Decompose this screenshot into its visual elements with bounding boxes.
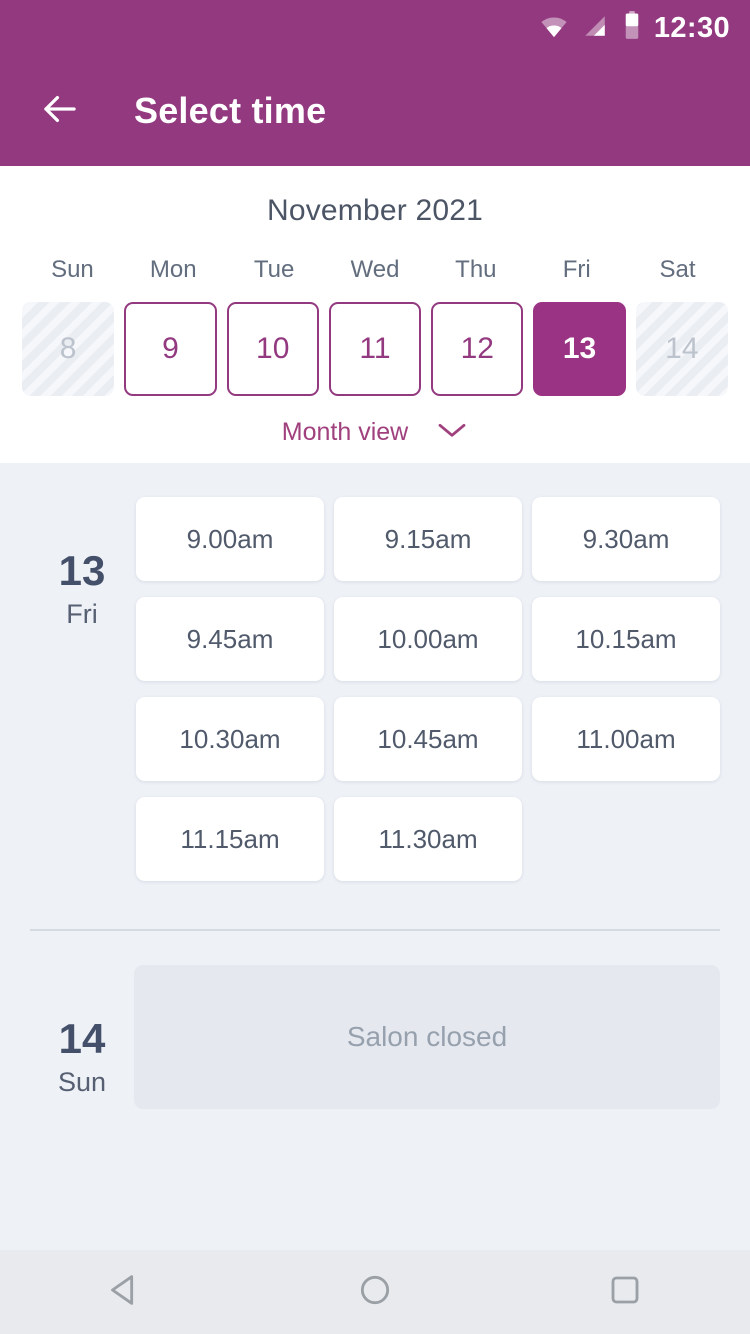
salon-closed-card: Salon closed	[134, 965, 720, 1109]
schedule-day-of-week: Sun	[57, 1067, 107, 1098]
calendar-day-9[interactable]: 9	[124, 302, 217, 396]
back-button[interactable]	[32, 83, 88, 139]
weekday-label-thu: Thu	[455, 256, 497, 283]
time-slot[interactable]: 11.15am	[136, 797, 324, 881]
status-bar: 12:30	[0, 0, 750, 56]
app-bar: Select time	[0, 56, 750, 166]
schedule-day-number: 13	[58, 547, 106, 594]
calendar-month-title: November 2021	[266, 194, 484, 227]
phone-screen: 12:30 Select time November 2021 Sun Mon …	[0, 0, 750, 1334]
time-slot[interactable]: 11.30am	[334, 797, 522, 881]
time-slot[interactable]: 10.45am	[334, 697, 522, 781]
weekday-label-sun: Sun	[51, 256, 94, 283]
schedule-group-13: 13 Fri 9.00am 9.15am 9.30am 9.45am 10.00…	[0, 463, 750, 881]
calendar-day-row: 8 9 10 11 12 13 14	[0, 302, 750, 396]
time-slot-grid: 9.00am 9.15am 9.30am 9.45am 10.00am 10.1…	[134, 497, 720, 881]
schedule-day-label-13: 13 Fri	[30, 497, 134, 881]
nav-home-button[interactable]	[320, 1250, 430, 1334]
time-slot[interactable]: 10.00am	[334, 597, 522, 681]
schedule-day-of-week: Fri	[66, 599, 98, 630]
schedule-scroll-area[interactable]: 13 Fri 9.00am 9.15am 9.30am 9.45am 10.00…	[0, 463, 750, 1250]
schedule-day-label-14: 14 Sun	[30, 965, 134, 1109]
time-slot-placeholder	[532, 797, 720, 881]
weekday-label-sat: Sat	[659, 256, 696, 283]
weekday-header-row: Sun Mon Tue Wed Thu Fri Sat	[0, 256, 750, 284]
page-title: Select time	[134, 90, 327, 131]
month-view-label: Month view	[281, 418, 409, 446]
square-recents-icon	[605, 1270, 645, 1315]
time-slot[interactable]: 9.15am	[334, 497, 522, 581]
calendar-day-14: 14	[635, 302, 728, 396]
circle-home-icon	[355, 1270, 395, 1315]
calendar-day-13[interactable]: 13	[533, 302, 626, 396]
battery-icon	[622, 10, 642, 46]
arrow-left-icon	[39, 88, 81, 135]
chevron-down-icon	[436, 420, 468, 445]
calendar-panel: November 2021 Sun Mon Tue Wed Thu Fri Sa…	[0, 166, 750, 463]
nav-back-button[interactable]	[70, 1250, 180, 1334]
weekday-label-mon: Mon	[149, 256, 197, 283]
calendar-day-10[interactable]: 10	[226, 302, 319, 396]
schedule-day-number: 14	[58, 1015, 106, 1062]
weekday-label-wed: Wed	[350, 256, 400, 283]
weekday-label-tue: Tue	[253, 256, 295, 283]
calendar-day-11[interactable]: 11	[328, 302, 422, 396]
status-bar-clock: 12:30	[653, 11, 730, 44]
calendar-day-8: 8	[22, 302, 115, 396]
signal-icon	[582, 13, 608, 44]
month-view-toggle[interactable]: Month view	[0, 418, 750, 447]
time-slot[interactable]: 11.00am	[532, 697, 720, 781]
nav-recents-button[interactable]	[570, 1250, 680, 1334]
time-slot[interactable]: 9.30am	[532, 497, 720, 581]
time-slot[interactable]: 10.30am	[136, 697, 324, 781]
status-icons	[540, 10, 642, 46]
weekday-label-fri: Fri	[562, 256, 591, 283]
time-slot[interactable]: 10.15am	[532, 597, 720, 681]
time-slot[interactable]: 9.45am	[136, 597, 324, 681]
calendar-day-12[interactable]: 12	[431, 302, 524, 396]
android-nav-bar	[0, 1250, 750, 1334]
schedule-group-14: 14 Sun Salon closed	[0, 931, 750, 1109]
triangle-back-icon	[105, 1270, 145, 1315]
wifi-icon	[540, 12, 568, 45]
time-slot[interactable]: 9.00am	[136, 497, 324, 581]
